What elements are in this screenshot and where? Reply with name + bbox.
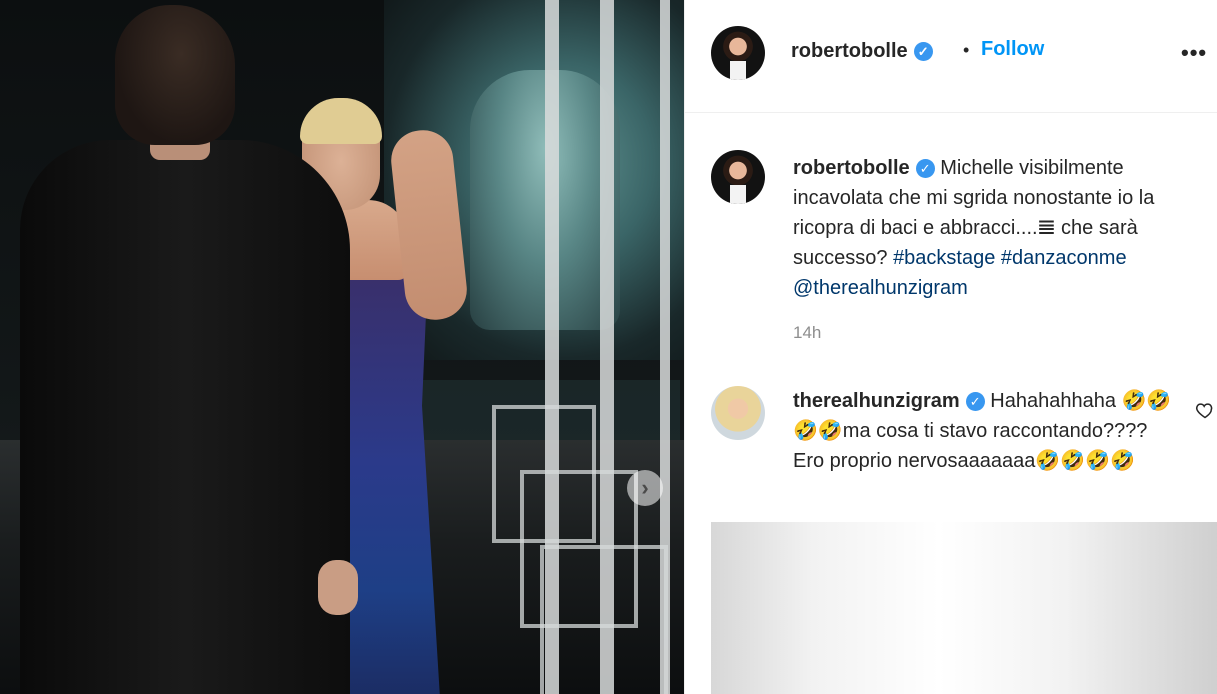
chevron-right-icon: › xyxy=(641,475,649,500)
follow-button[interactable]: Follow xyxy=(981,38,1044,61)
verified-badge-icon: ✓ xyxy=(915,159,935,179)
post-header: robertobolle ✓ • Follow ••• xyxy=(685,0,1217,113)
author-username-header[interactable]: robertobolle ✓ xyxy=(791,40,933,63)
post-timestamp[interactable]: 14h xyxy=(793,323,821,343)
author-avatar[interactable] xyxy=(711,26,765,80)
man-hand xyxy=(318,560,358,615)
hashtag-danzaconme[interactable]: #danzaconme xyxy=(1001,247,1127,269)
post-photo[interactable]: › xyxy=(0,0,684,694)
verified-badge-icon: ✓ xyxy=(913,42,933,62)
heart-icon[interactable] xyxy=(1195,400,1215,420)
mention-link[interactable]: @therealhunzigram xyxy=(793,277,968,299)
carousel-next-button[interactable]: › xyxy=(627,470,663,506)
post-side-panel: robertobolle ✓ • Follow ••• robertobolle ✓… xyxy=(684,0,1217,694)
hashtag-backstage[interactable]: #backstage xyxy=(893,247,995,269)
man-figure xyxy=(20,140,350,694)
caption-author-username[interactable]: robertobolle xyxy=(793,157,910,179)
caption-author-avatar[interactable] xyxy=(711,150,765,204)
comment: therealhunzigram ✓ Hahahahhaha 🤣🤣🤣🤣ma cos… xyxy=(793,386,1173,476)
scaffold-frame xyxy=(540,545,668,694)
woman-hair xyxy=(300,98,382,144)
commenter-username[interactable]: therealhunzigram xyxy=(793,390,960,412)
commenter-avatar[interactable] xyxy=(711,386,765,440)
verified-badge-icon: ✓ xyxy=(965,392,985,412)
more-options-icon[interactable]: ••• xyxy=(1181,40,1207,66)
next-comment-preview xyxy=(711,522,1217,694)
author-username[interactable]: robertobolle xyxy=(791,40,908,62)
man-head xyxy=(115,5,235,145)
post-caption: robertobolle ✓ Michelle visibilmente inca… xyxy=(793,153,1203,303)
separator-dot: • xyxy=(963,40,970,60)
